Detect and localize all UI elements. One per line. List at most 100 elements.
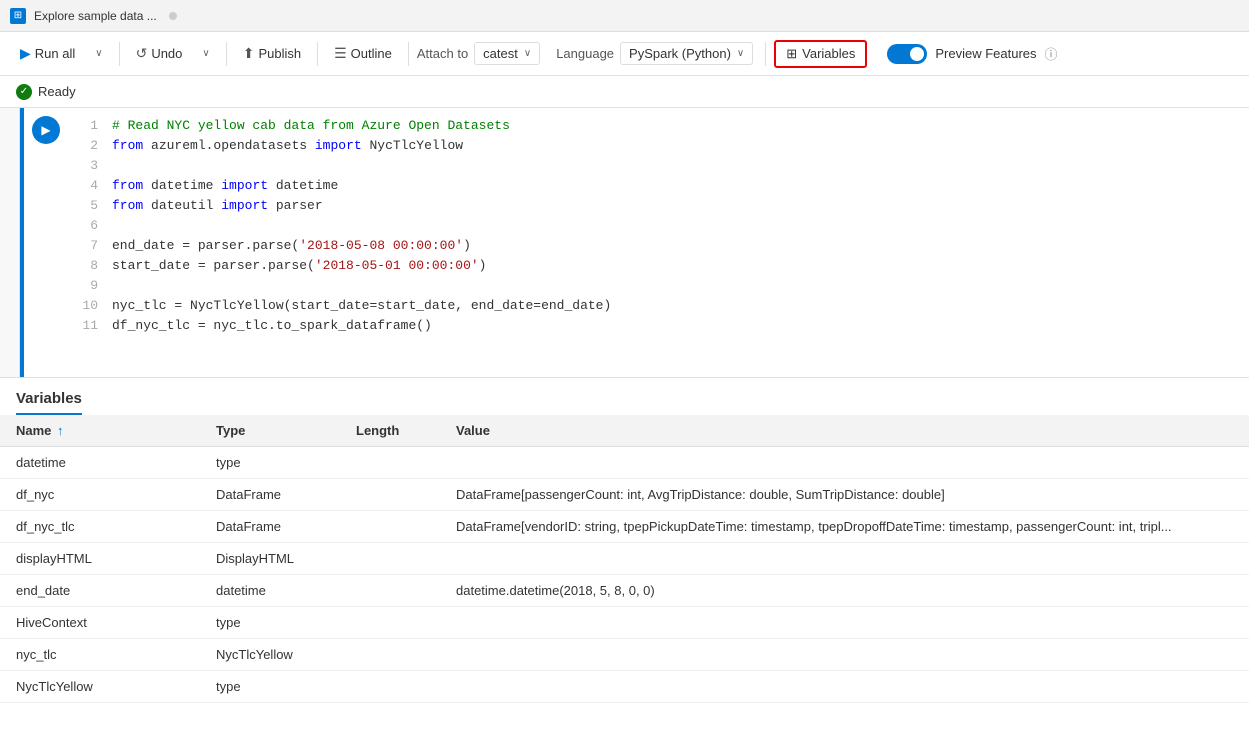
cell-value-4: datetime.datetime(2018, 5, 8, 0, 0)	[440, 575, 1249, 607]
cell-type-6: NycTlcYellow	[200, 639, 340, 671]
undo-dropdown-button[interactable]: ∨	[194, 44, 217, 63]
undo-icon: ↺	[136, 45, 148, 62]
publish-icon: ⬆	[243, 45, 255, 62]
variables-button[interactable]: ⊞ Variables	[774, 40, 867, 68]
variables-header: Variables	[0, 378, 1249, 415]
table-row: NycTlcYellow type	[0, 671, 1249, 703]
language-dropdown[interactable]: PySpark (Python) ∨	[620, 42, 753, 65]
undo-button[interactable]: ↺ Undo	[128, 41, 191, 66]
language-value: PySpark (Python)	[629, 46, 731, 61]
cell-length-0	[340, 447, 440, 479]
variables-table-body: datetime type df_nyc DataFrame DataFrame…	[0, 447, 1249, 703]
title-bar-text: Explore sample data ...	[34, 9, 157, 23]
cell-type-4: datetime	[200, 575, 340, 607]
table-row: end_date datetime datetime.datetime(2018…	[0, 575, 1249, 607]
cell-type-0: type	[200, 447, 340, 479]
undo-label: Undo	[151, 46, 182, 61]
cell-length-6	[340, 639, 440, 671]
variables-panel: Variables Name ↑ Type Length Value datet…	[0, 378, 1249, 738]
cell-value-5	[440, 607, 1249, 639]
run-btn-area: ▶	[24, 108, 68, 377]
cell-value-2: DataFrame[vendorID: string, tpepPickupDa…	[440, 511, 1249, 543]
cell-value-3	[440, 543, 1249, 575]
separator-5	[765, 42, 766, 66]
table-row: HiveContext type	[0, 607, 1249, 639]
cell-length-4	[340, 575, 440, 607]
cell-name-0: datetime	[0, 447, 200, 479]
attach-to-dropdown[interactable]: catest ∨	[474, 42, 540, 65]
run-all-button[interactable]: ▶ Run all	[12, 41, 83, 66]
cell-length-1	[340, 479, 440, 511]
language-label: Language	[556, 46, 614, 61]
cell-length-3	[340, 543, 440, 575]
cell-type-2: DataFrame	[200, 511, 340, 543]
status-text: Ready	[38, 84, 76, 99]
variables-table: Name ↑ Type Length Value datetime type d…	[0, 415, 1249, 703]
attach-to-label: Attach to	[417, 46, 468, 61]
cell-name-2: df_nyc_tlc	[0, 511, 200, 543]
outline-button[interactable]: ☰ Outline	[326, 41, 400, 66]
toolbar: ▶ Run all ∨ ↺ Undo ∨ ⬆ Publish ☰ Outline…	[0, 32, 1249, 76]
cell-gutter	[0, 108, 20, 377]
table-header-row: Name ↑ Type Length Value	[0, 415, 1249, 447]
code-editor[interactable]: # Read NYC yellow cab data from Azure Op…	[104, 108, 1249, 377]
play-icon: ▶	[20, 45, 31, 62]
editor-area: ▶ 1234567891011 # Read NYC yellow cab da…	[0, 108, 1249, 378]
title-bar: Explore sample data ...	[0, 0, 1249, 32]
table-row: nyc_tlc NycTlcYellow	[0, 639, 1249, 671]
cell-name-5: HiveContext	[0, 607, 200, 639]
run-cell-button[interactable]: ▶	[32, 116, 60, 144]
run-chevron-icon: ∨	[95, 48, 102, 59]
cell-type-1: DataFrame	[200, 479, 340, 511]
app-icon	[10, 8, 26, 24]
run-all-label: Run all	[35, 46, 75, 61]
cell-type-7: type	[200, 671, 340, 703]
preview-toggle[interactable]	[887, 44, 927, 64]
publish-label: Publish	[258, 46, 301, 61]
cell-value-6	[440, 639, 1249, 671]
table-row: displayHTML DisplayHTML	[0, 543, 1249, 575]
attach-chevron-icon: ∨	[524, 48, 531, 59]
col-header-value: Value	[440, 415, 1249, 447]
status-bar: ✓ Ready	[0, 76, 1249, 108]
unsaved-dot	[169, 12, 177, 20]
separator-2	[226, 42, 227, 66]
cell-container: ▶ 1234567891011 # Read NYC yellow cab da…	[20, 108, 1249, 377]
attach-value: catest	[483, 46, 518, 61]
col-header-name[interactable]: Name ↑	[0, 415, 200, 447]
publish-button[interactable]: ⬆ Publish	[235, 41, 309, 66]
cell-value-1: DataFrame[passengerCount: int, AvgTripDi…	[440, 479, 1249, 511]
language-chevron-icon: ∨	[737, 48, 744, 59]
variables-icon: ⊞	[786, 46, 797, 62]
table-row: df_nyc DataFrame DataFrame[passengerCoun…	[0, 479, 1249, 511]
separator-3	[317, 42, 318, 66]
cell-type-3: DisplayHTML	[200, 543, 340, 575]
cell-type-5: type	[200, 607, 340, 639]
run-dropdown-button[interactable]: ∨	[87, 44, 110, 63]
undo-chevron-icon: ∨	[202, 48, 209, 59]
outline-icon: ☰	[334, 45, 347, 62]
cell-length-7	[340, 671, 440, 703]
drag-handle[interactable]	[7, 116, 13, 136]
variables-panel-title: Variables	[16, 390, 82, 415]
info-icon[interactable]: ⓘ	[1045, 44, 1058, 63]
cell-length-2	[340, 511, 440, 543]
status-ready: ✓ Ready	[16, 84, 76, 100]
cell-name-1: df_nyc	[0, 479, 200, 511]
main-area: ▶ 1234567891011 # Read NYC yellow cab da…	[0, 108, 1249, 738]
cell-value-7	[440, 671, 1249, 703]
preview-label: Preview Features	[935, 46, 1036, 61]
cell-name-7: NycTlcYellow	[0, 671, 200, 703]
separator-1	[119, 42, 120, 66]
cell-name-4: end_date	[0, 575, 200, 607]
variables-label: Variables	[802, 46, 855, 61]
ready-icon: ✓	[16, 84, 32, 100]
table-header: Name ↑ Type Length Value	[0, 415, 1249, 447]
cell-value-0	[440, 447, 1249, 479]
separator-4	[408, 42, 409, 66]
outline-label: Outline	[351, 46, 392, 61]
table-row: datetime type	[0, 447, 1249, 479]
cell-name-3: displayHTML	[0, 543, 200, 575]
cell-length-5	[340, 607, 440, 639]
col-header-length: Length	[340, 415, 440, 447]
